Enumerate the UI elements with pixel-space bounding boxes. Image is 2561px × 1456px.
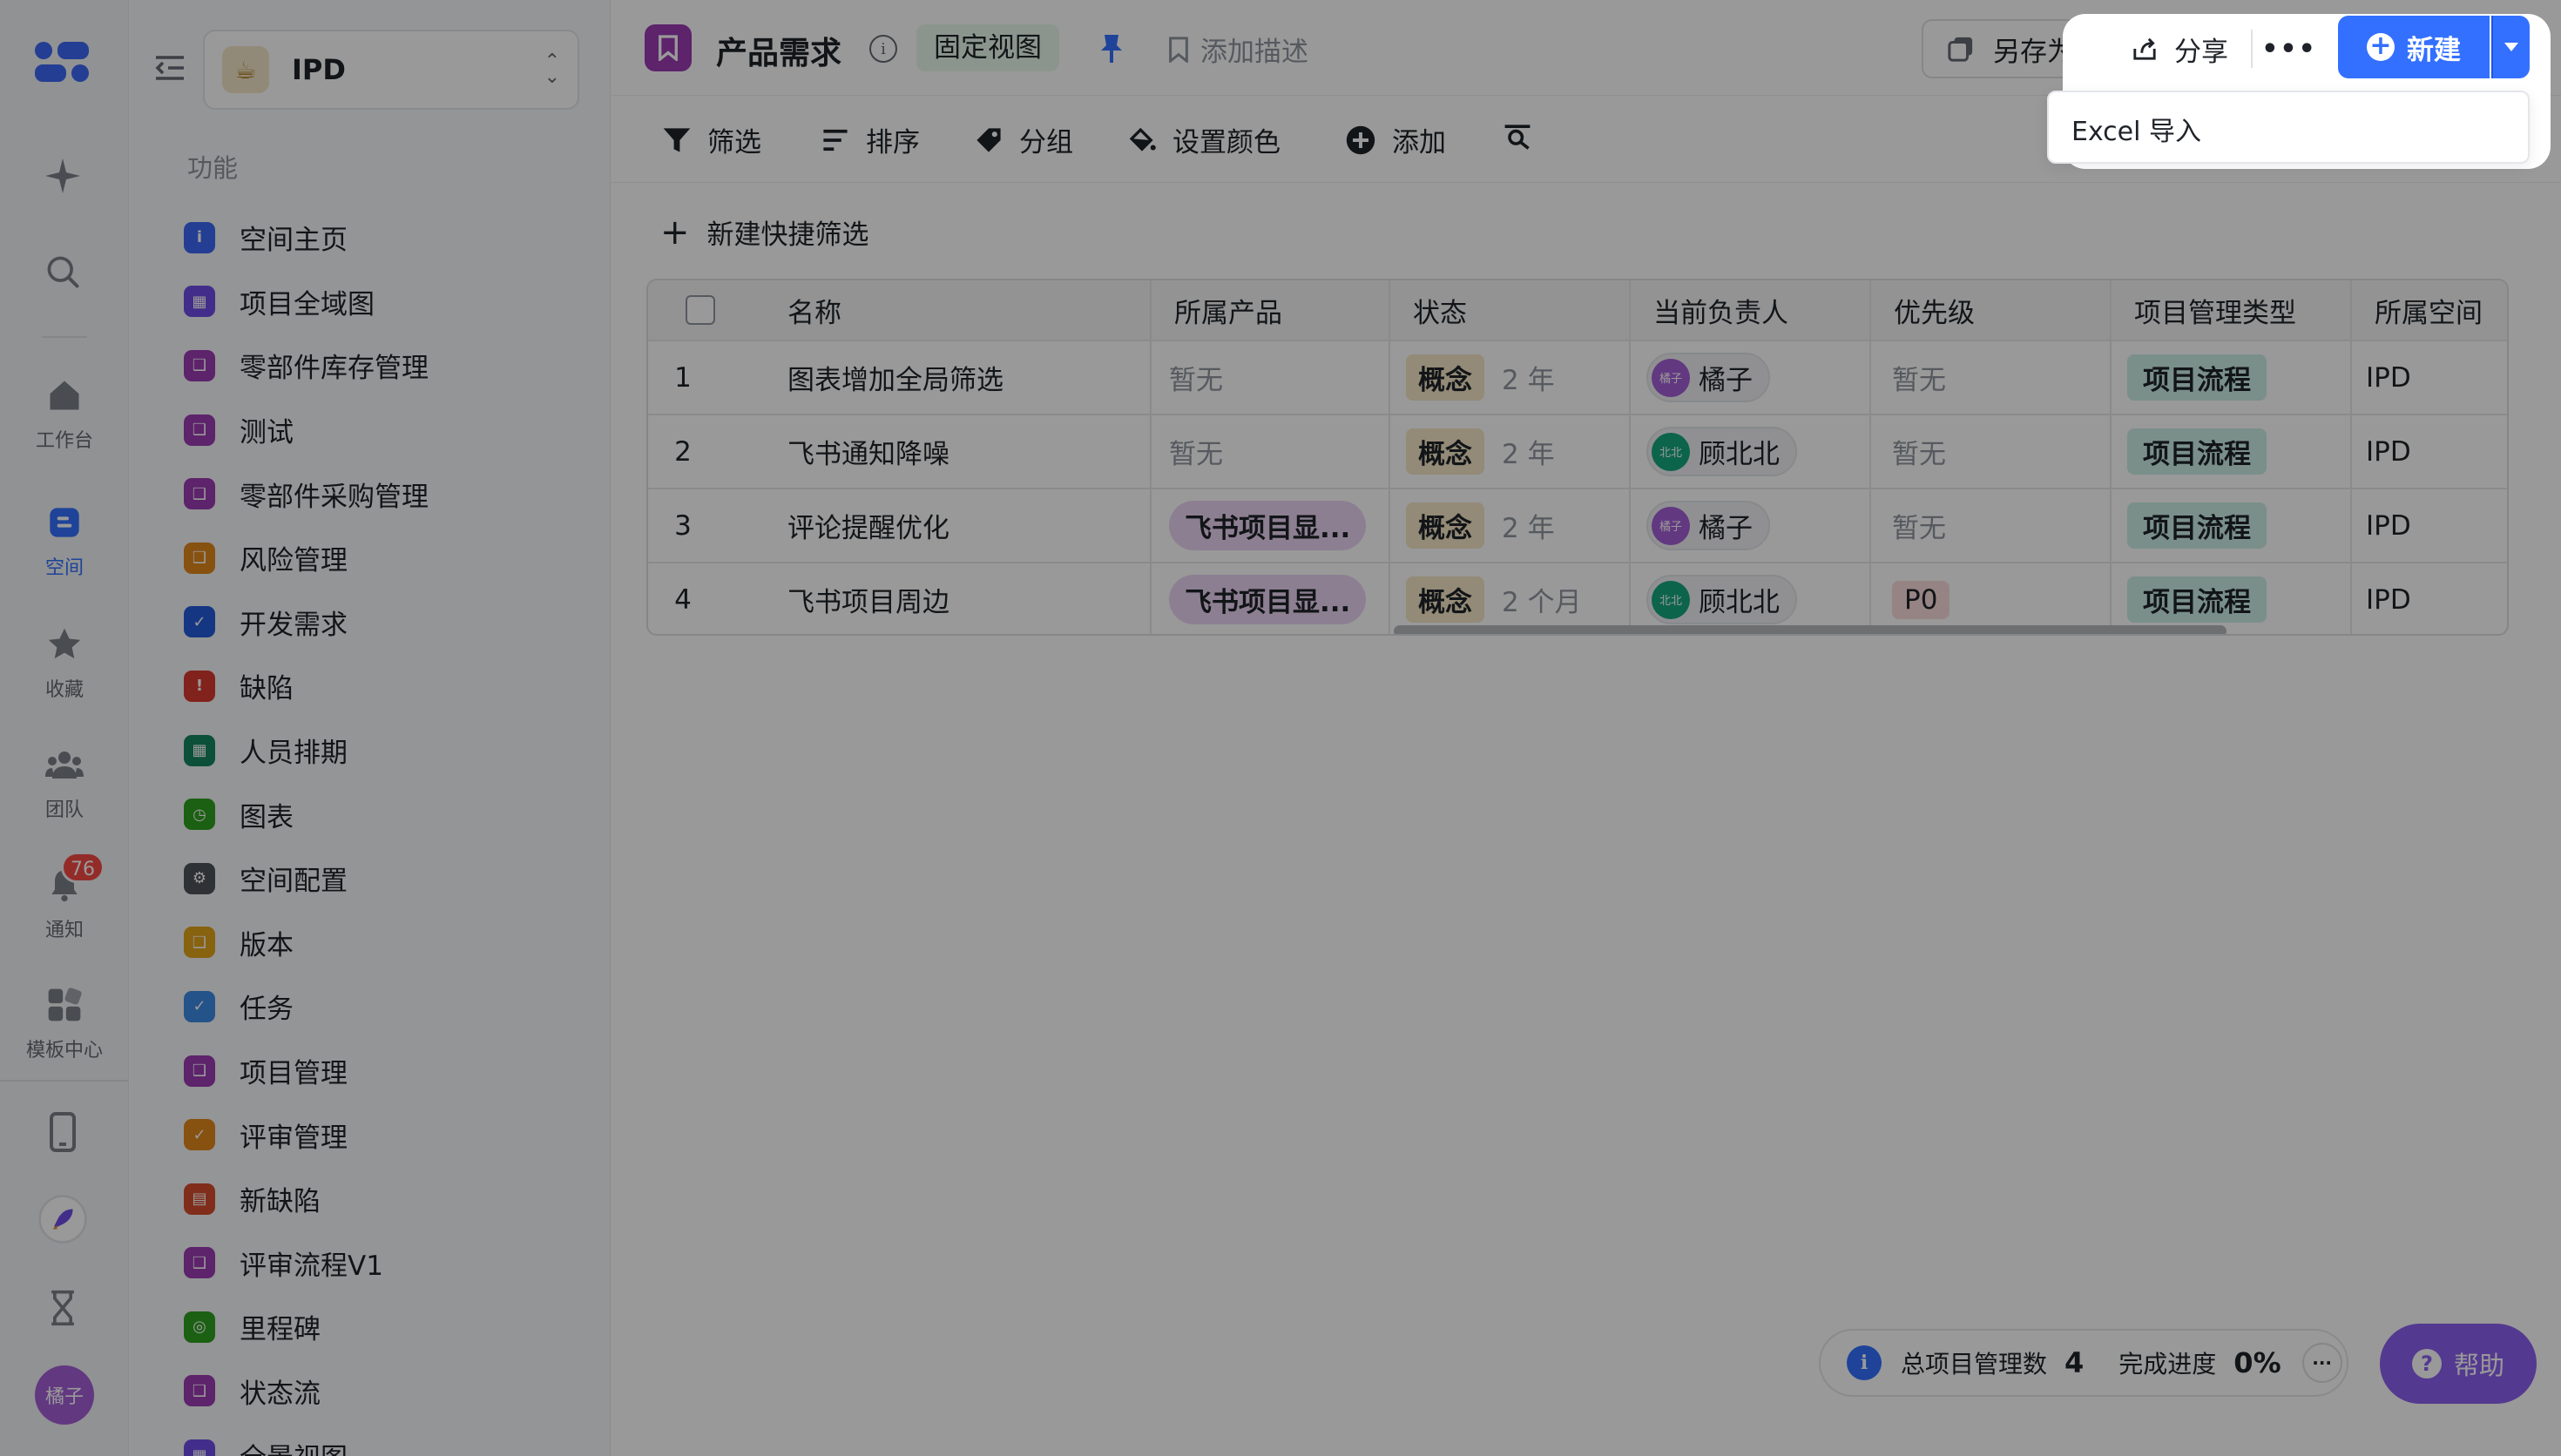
plus-circle-icon: + [2367, 33, 2395, 61]
guide-overlay[interactable] [0, 0, 2561, 1456]
more-options-icon[interactable]: ••• [2261, 24, 2317, 73]
new-dropdown-toggle[interactable] [2491, 16, 2530, 78]
new-item-button[interactable]: + 新建 [2338, 16, 2490, 78]
excel-import-menu-item[interactable]: Excel 导入 [2071, 110, 2201, 148]
share-label: 分享 [2174, 36, 2228, 68]
new-dropdown-menu: Excel 导入 [2047, 91, 2530, 164]
header-divider [2251, 30, 2253, 68]
share-button[interactable]: 分享 [2131, 24, 2228, 73]
share-icon [2133, 37, 2156, 60]
new-label: 新建 [2407, 34, 2461, 66]
caret-down-icon [2504, 43, 2518, 51]
